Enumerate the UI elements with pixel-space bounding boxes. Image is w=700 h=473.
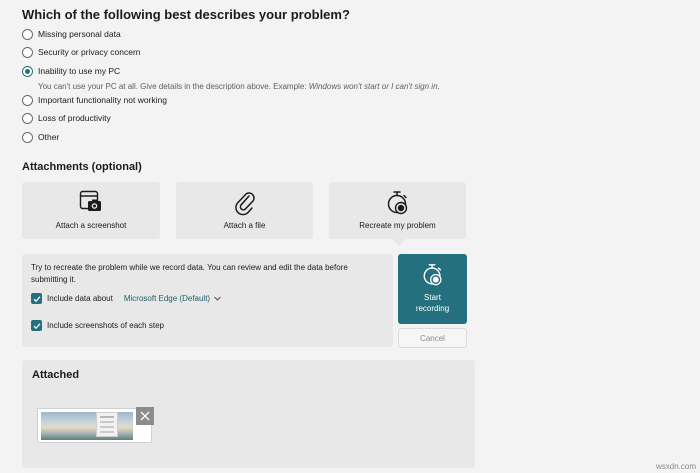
include-screenshots-label: Include screenshots of each step (47, 321, 164, 330)
option-missing-personal-data[interactable]: Missing personal data (22, 26, 121, 42)
include-screenshots-checkbox[interactable] (31, 320, 42, 331)
option-security-privacy[interactable]: Security or privacy concern (22, 44, 141, 60)
close-icon (140, 411, 150, 421)
attached-title: Attached (32, 369, 80, 381)
chevron-down-icon (214, 296, 221, 301)
radio-unchecked[interactable] (22, 112, 33, 124)
remove-attachment-button[interactable] (136, 407, 154, 425)
radio-unchecked[interactable] (22, 46, 33, 58)
attachments-title: Attachments (optional) (22, 161, 142, 173)
watermark: wsxdn.com (655, 462, 696, 471)
option-help-text: You can't use your PC at all. Give detai… (38, 82, 440, 91)
cancel-button[interactable]: Cancel (398, 328, 467, 348)
option-label: Inability to use my PC (38, 66, 121, 76)
checkmark-icon (33, 322, 40, 329)
radio-unchecked[interactable] (22, 94, 33, 106)
option-label: Missing personal data (38, 29, 121, 39)
option-help-example: Windows won't start or I can't sign in. (308, 82, 440, 91)
browser-dropdown[interactable]: Microsoft Edge (Default) (124, 294, 221, 303)
option-label: Important functionality not working (38, 95, 167, 105)
checkmark-icon (33, 295, 40, 302)
option-label: Loss of productivity (38, 113, 111, 123)
include-screenshots-row: Include screenshots of each step (31, 320, 164, 331)
option-other[interactable]: Other (22, 129, 59, 145)
record-panel: Try to recreate the problem while we rec… (22, 254, 393, 347)
option-label: Security or privacy concern (38, 47, 141, 57)
radio-unchecked[interactable] (22, 131, 33, 143)
attach-file-label: Attach a file (223, 221, 266, 230)
option-label: Other (38, 132, 60, 142)
attach-file-button[interactable]: Attach a file (176, 182, 313, 239)
include-data-row: Include data about Microsoft Edge (Defau… (31, 293, 221, 304)
record-description: Try to recreate the problem while we rec… (31, 263, 348, 284)
option-loss-of-productivity[interactable]: Loss of productivity (22, 110, 111, 126)
include-data-checkbox[interactable] (31, 293, 42, 304)
option-important-functionality[interactable]: Important functionality not working (22, 92, 167, 108)
attached-panel: Attached (22, 360, 475, 468)
option-inability-to-use-pc[interactable]: Inability to use my PC (22, 63, 120, 79)
thumbnail-window-image (96, 412, 118, 437)
start-recording-button[interactable]: Start recording (398, 254, 467, 324)
stopwatch-record-icon (423, 264, 441, 286)
question-title: Which of the following best describes yo… (22, 7, 350, 22)
attach-screenshot-label: Attach a screenshot (55, 221, 127, 230)
attach-screenshot-button[interactable]: Attach a screenshot (22, 182, 160, 239)
radio-checked[interactable] (22, 65, 33, 77)
browser-dropdown-value: Microsoft Edge (Default) (123, 294, 211, 303)
paperclip-icon (234, 192, 255, 216)
thumbnail-landscape-image (41, 412, 133, 440)
include-data-label: Include data about (47, 294, 113, 303)
screenshot-icon (79, 190, 101, 211)
recreate-problem-button[interactable]: Recreate my problem (329, 182, 466, 239)
attachment-thumbnail[interactable] (37, 408, 152, 443)
stopwatch-record-icon (387, 191, 407, 215)
start-recording-label: Start recording (415, 293, 450, 313)
radio-unchecked[interactable] (22, 28, 33, 40)
card-pointer (392, 239, 406, 246)
recreate-problem-label: Recreate my problem (359, 221, 436, 230)
